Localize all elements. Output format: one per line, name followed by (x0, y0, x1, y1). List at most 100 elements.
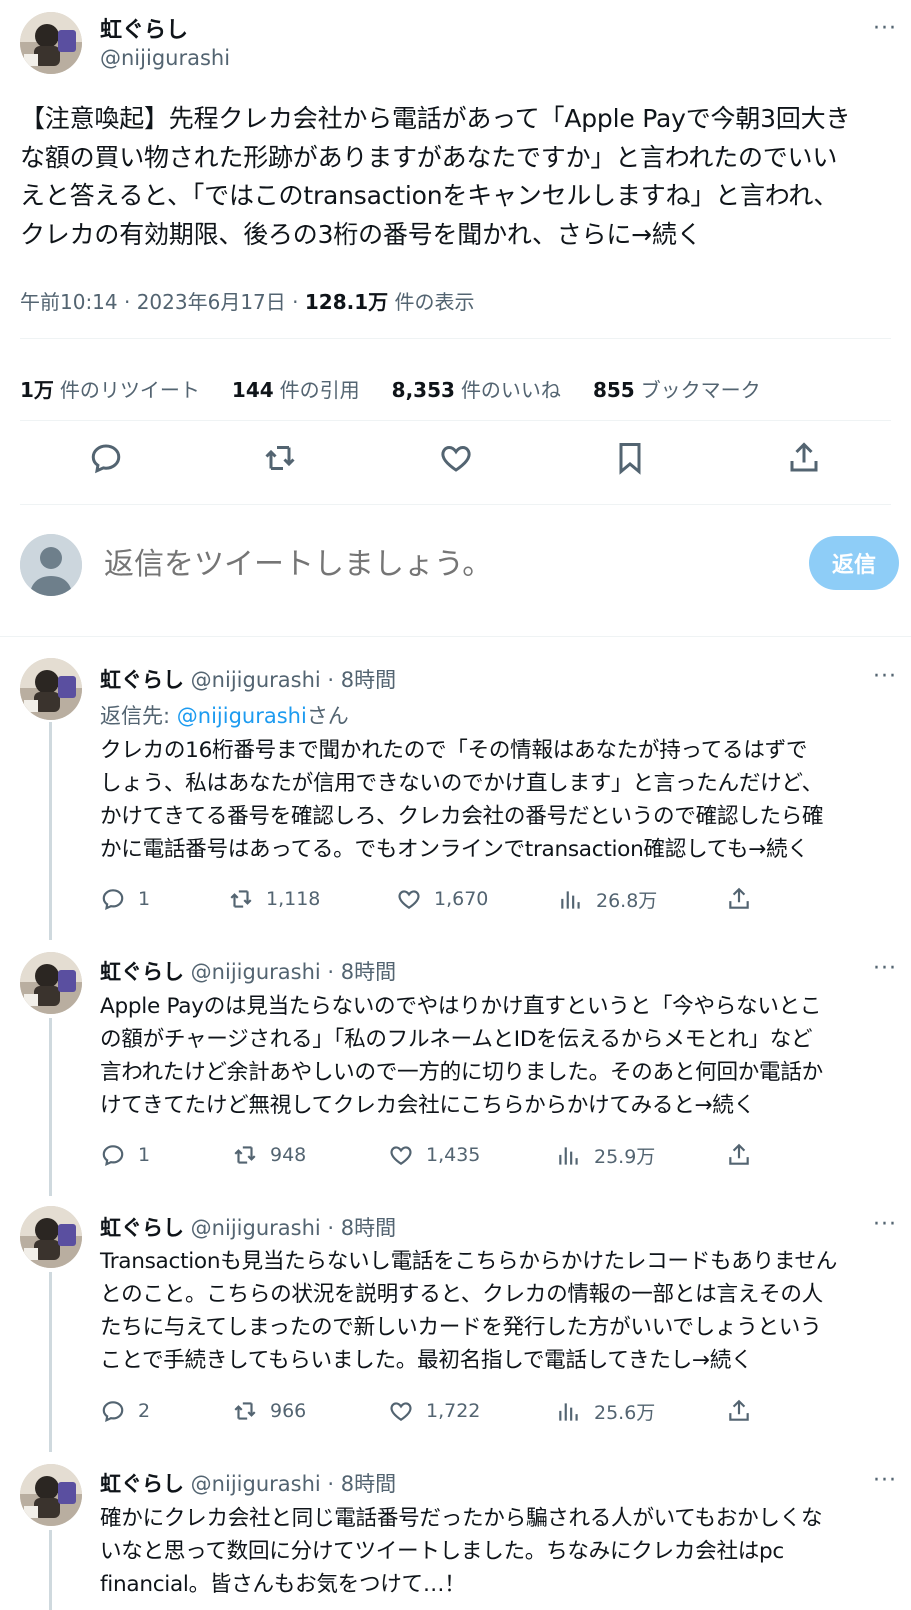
reply-text-line: Transactionも見当たらないし電話をこちらからかけたレコードもありません (100, 1249, 838, 1274)
tweet-text-line: な額の買い物された形跡がありますがあなたですか」と言われたのでいい (20, 142, 838, 172)
reply-text-line: ことで手続きしてもらいました。最初名指しで電話してきたし→続く (100, 1348, 753, 1373)
author-name[interactable]: 虹ぐらし (100, 12, 188, 44)
reply-author-name[interactable]: 虹ぐらし (100, 960, 184, 984)
quotes-stat[interactable]: 144 件の引用 (232, 374, 360, 403)
tweet-timestamp[interactable]: 午前10:14 · 2023年6月17日 · (20, 290, 305, 314)
share-icon (726, 1142, 752, 1168)
default-avatar-icon (20, 534, 82, 596)
view-count: 128.1万 (304, 290, 389, 314)
like-icon (396, 886, 422, 912)
reply-author-name[interactable]: 虹ぐらし (100, 668, 184, 692)
retweet-icon[interactable] (262, 440, 298, 476)
thread-line (49, 1530, 52, 1610)
bookmark-icon[interactable] (612, 440, 648, 476)
reply-handle-time[interactable]: @nijigurashi · 8時間 (184, 960, 396, 984)
reply-text-line: Apple Payのは見当たらないのでやはりかけ直すというと「今やらないとこ (100, 994, 822, 1019)
likes-stat[interactable]: 8,353 件のいいね (392, 374, 561, 403)
like-icon (388, 1398, 414, 1424)
like-count-button[interactable]: 1,435 (388, 1142, 480, 1168)
views-icon (556, 1399, 582, 1425)
thread-line (49, 1018, 52, 1196)
tweet-text: 【注意喚起】先程クレカ会社から電話があって「Apple Payで今朝3回大き な… (20, 100, 900, 254)
reply-actions: 1 948 1,435 25.9万 (100, 1142, 800, 1174)
share-button[interactable] (726, 1142, 752, 1168)
reply-handle-time[interactable]: @nijigurashi · 8時間 (184, 668, 396, 692)
author-avatar[interactable] (20, 12, 82, 74)
share-icon (726, 886, 752, 912)
retweet-icon (232, 1142, 258, 1168)
divider (20, 504, 891, 505)
reply-author-name[interactable]: 虹ぐらし (100, 1472, 184, 1496)
share-icon[interactable] (786, 440, 822, 476)
divider (20, 420, 891, 421)
retweet-count-button[interactable]: 948 (232, 1142, 306, 1168)
reply-avatar[interactable] (20, 1206, 82, 1268)
reply-text: クレカの16桁番号まで聞かれたので「その情報はあなたが持ってるはずで しょう、私… (100, 734, 900, 866)
thread-line (49, 1272, 52, 1452)
reply-text-line: けてきてたけど無視してクレカ会社にこちらからかけてみると→続く (100, 1093, 755, 1118)
thread-line (49, 722, 52, 940)
reply-handle-time[interactable]: @nijigurashi · 8時間 (184, 1472, 396, 1496)
reply-avatar[interactable] (20, 658, 82, 720)
reply-text-line: 言われたけど余計あやしいので一方的に切りました。そのあと何回か電話か (100, 1060, 823, 1085)
reply-text-line: クレカの16桁番号まで聞かれたので「その情報はあなたが持ってるはずで (100, 738, 808, 763)
views-icon (556, 1143, 582, 1169)
reply-button[interactable]: 返信 (809, 536, 899, 590)
reply-avatar[interactable] (20, 1464, 82, 1526)
author-handle[interactable]: @nijigurashi (100, 46, 230, 70)
like-icon (388, 1142, 414, 1168)
reply-text: Apple Payのは見当たらないのでやはりかけ直すというと「今やらないとこ の… (100, 990, 900, 1122)
reply-input[interactable] (104, 540, 764, 588)
views-count-button[interactable]: 25.9万 (556, 1142, 655, 1169)
like-icon[interactable] (438, 440, 474, 476)
bookmarks-stat[interactable]: 855 ブックマーク (593, 374, 761, 403)
more-options-icon[interactable]: ··· (873, 1470, 897, 1492)
avatar-image (20, 12, 82, 74)
more-options-icon[interactable]: ··· (873, 18, 897, 40)
reply-header: 虹ぐらし @nijigurashi · 8時間 (100, 664, 396, 694)
reply-count-button[interactable]: 1 (100, 886, 150, 912)
like-count-button[interactable]: 1,722 (388, 1398, 480, 1424)
tweet-meta: 午前10:14 · 2023年6月17日 · 128.1万 件の表示 (20, 286, 474, 315)
reply-header: 虹ぐらし @nijigurashi · 8時間 (100, 1212, 396, 1242)
reply-text-line: いなと思って数回に分けてツイートしました。ちなみにクレカ会社はpc (100, 1539, 785, 1564)
reply-count-button[interactable]: 1 (100, 1142, 150, 1168)
tweet-text-line: 【注意喚起】先程クレカ会社から電話があって「Apple Payで今朝3回大き (20, 104, 851, 133)
tweet-actions (0, 440, 911, 480)
reply-avatar[interactable] (20, 952, 82, 1014)
more-options-icon[interactable]: ··· (873, 666, 897, 688)
reply-header: 虹ぐらし @nijigurashi · 8時間 (100, 956, 396, 986)
reply-header: 虹ぐらし @nijigurashi · 8時間 (100, 1468, 396, 1498)
reply-actions: 1 1,118 1,670 26.8万 (100, 886, 800, 918)
retweets-stat[interactable]: 1万 件のリツイート (20, 374, 200, 403)
divider (0, 636, 911, 637)
reply-handle-time[interactable]: @nijigurashi · 8時間 (184, 1216, 396, 1240)
reply-text-line: かけてきてる番号を確認しろ、クレカ会社の番号だというので確認したら確 (100, 804, 824, 829)
reply-text-line: しょう、私はあなたが信用できないのでかけ直します」と言ったんだけど、 (100, 771, 823, 796)
like-count-button[interactable]: 1,670 (396, 886, 488, 912)
reply-text-line: とのこと。こちらの状況を説明すると、クレカの情報の一部とは言えその人 (100, 1282, 823, 1307)
share-button[interactable] (726, 886, 752, 912)
tweet-text-line: クレカの有効期限、後ろの3桁の番号を聞かれ、さらに→続く (20, 219, 702, 249)
retweet-icon (232, 1398, 258, 1424)
reply-author-name[interactable]: 虹ぐらし (100, 1216, 184, 1240)
current-user-avatar (20, 534, 82, 596)
more-options-icon[interactable]: ··· (873, 958, 897, 980)
views-count-button[interactable]: 26.8万 (558, 886, 657, 913)
share-icon (726, 1398, 752, 1424)
reply-text: 確かにクレカ会社と同じ電話番号だったから騙される人がいてもおかしくな いなと思っ… (100, 1502, 900, 1601)
reply-count-button[interactable]: 2 (100, 1398, 150, 1424)
reply-actions: 2 966 1,722 25.6万 (100, 1398, 800, 1430)
views-icon (558, 887, 584, 913)
retweet-icon (228, 886, 254, 912)
more-options-icon[interactable]: ··· (873, 1214, 897, 1236)
replying-to-link[interactable]: @nijigurashi (177, 704, 307, 728)
divider (20, 338, 891, 339)
reply-text-line: financial。皆さんもお気をつけて…！ (100, 1572, 466, 1597)
reply-icon[interactable] (88, 440, 124, 476)
replying-to: 返信先: @nijigurashiさん (100, 704, 349, 728)
retweet-count-button[interactable]: 966 (232, 1398, 306, 1424)
share-button[interactable] (726, 1398, 752, 1424)
retweet-count-button[interactable]: 1,118 (228, 886, 320, 912)
views-count-button[interactable]: 25.6万 (556, 1398, 655, 1425)
